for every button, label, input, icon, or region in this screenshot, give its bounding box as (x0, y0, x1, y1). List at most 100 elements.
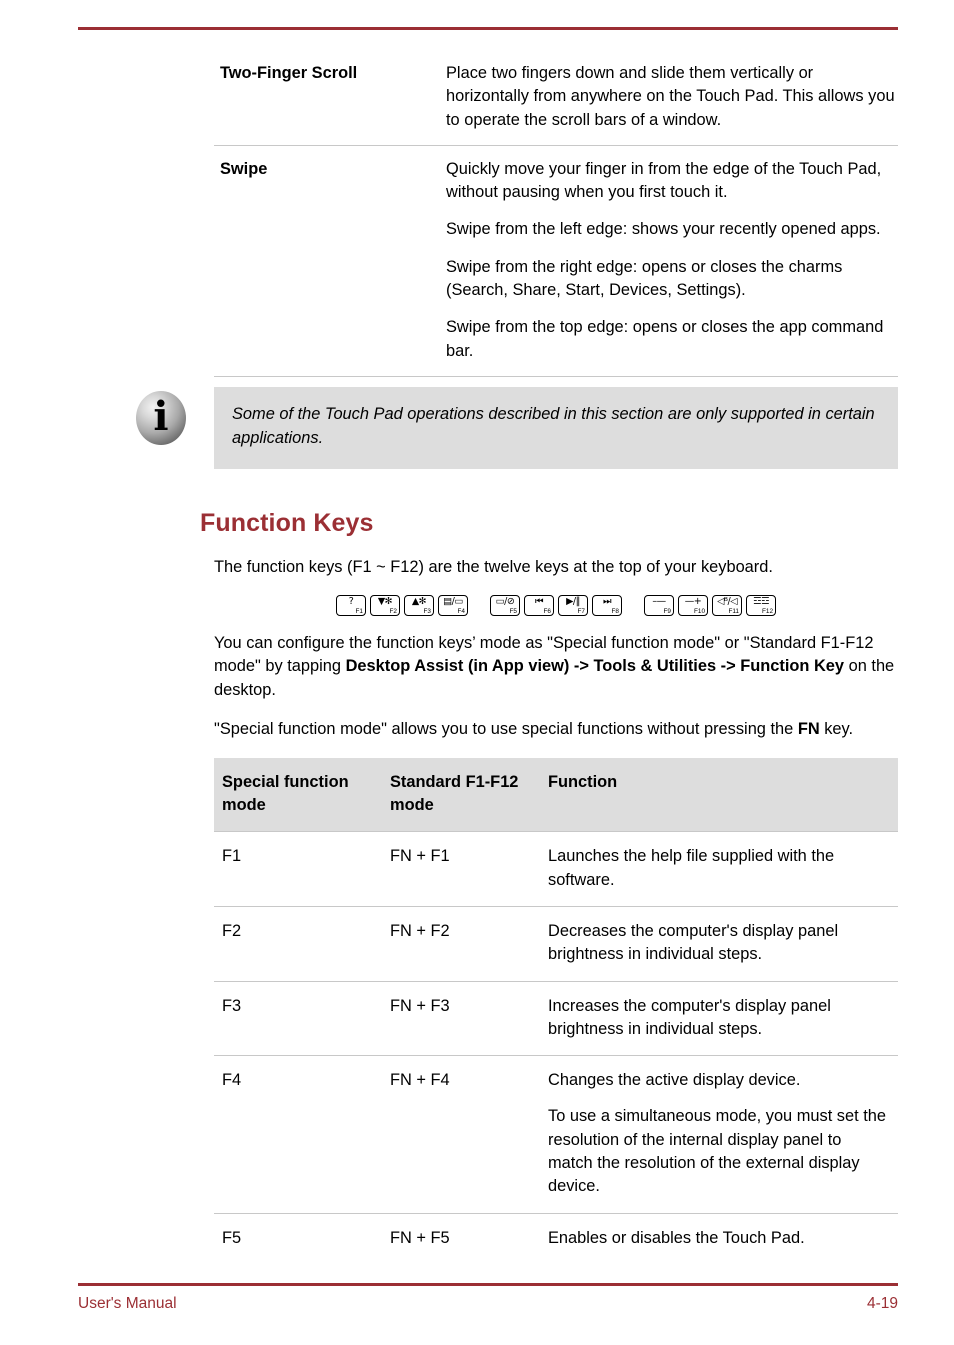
function-keys-table: Special function mode Standard F1-F12 mo… (214, 757, 898, 1264)
gesture-paragraph: Place two fingers down and slide them ve… (446, 64, 895, 129)
manual-page: Two-Finger Scroll Place two fingers down… (0, 0, 954, 1345)
table-row: F5 FN + F5 Enables or disables the Touch… (214, 1212, 898, 1264)
page-content: Two-Finger Scroll Place two fingers down… (136, 50, 898, 1264)
key-glyph: ⏭ (602, 595, 612, 607)
key-glyph: ▲✻ (411, 595, 427, 607)
table-row: F2 FN + F2 Decreases the computer's disp… (214, 905, 898, 982)
function-key-group-3: –— F9 —+ F10 ◁ᴮ/◁ F11 ☲☲ F12 (644, 594, 776, 616)
cell-standard-mode: FN + F5 (382, 1212, 540, 1264)
key-label: F9 (663, 607, 671, 615)
brightness-up-key-icon: ▲✻ F3 (404, 594, 434, 616)
function-key-strip: ? F1 ▼✻ F2 ▲✻ F3 ▤/▭ F4 ▭/⊘ F5 ⏮ F6 ▶/‖ … (214, 594, 898, 616)
next-track-key-icon: ⏭ F8 (592, 594, 622, 616)
note-section: i Some of the Touch Pad operations descr… (136, 375, 898, 469)
key-glyph: ☲☲ (752, 595, 770, 607)
cell-standard-mode: FN + F4 (382, 1055, 540, 1214)
info-icon-letter: i (153, 392, 169, 440)
cell-function: Changes the active display device. To us… (540, 1055, 898, 1214)
gesture-description: Quickly move your finger in from the edg… (442, 144, 898, 376)
gesture-paragraph: Quickly move your finger in from the edg… (446, 159, 882, 202)
key-label: F12 (761, 607, 773, 615)
function-paragraph: To use a simultaneous mode, you must set… (548, 1107, 887, 1196)
cell-special-mode: F2 (214, 905, 382, 982)
touchpad-gestures-table: Two-Finger Scroll Place two fingers down… (214, 50, 898, 376)
footer-rule (78, 1283, 898, 1286)
key-label: F11 (728, 607, 739, 615)
mute-key-icon: ◁ᴮ/◁ F11 (712, 594, 742, 616)
note-text: Some of the Touch Pad operations describ… (214, 386, 898, 469)
function-paragraph: Decreases the computer's display panel b… (548, 921, 839, 964)
cell-function: Increases the computer's display panel b… (540, 980, 898, 1056)
footer-manual-label: User's Manual (78, 1295, 177, 1312)
brightness-down-key-icon: ▼✻ F2 (370, 594, 400, 616)
key-label: F8 (611, 607, 619, 615)
column-header-function: Function (540, 757, 898, 832)
cell-function: Launches the help file supplied with the… (540, 831, 898, 907)
gesture-paragraph: Swipe from the right edge: opens or clos… (446, 257, 843, 300)
help-key-icon: ? F1 (336, 594, 366, 616)
page-footer: User's Manual 4-19 (78, 1292, 898, 1316)
table-row: F1 FN + F1 Launches the help file suppli… (214, 831, 898, 907)
function-paragraph: Enables or disables the Touch Pad. (548, 1228, 805, 1247)
gesture-paragraph: Swipe from the left edge: shows your rec… (446, 220, 881, 239)
function-paragraph: Launches the help file supplied with the… (548, 847, 835, 889)
page-title: Function Keys (200, 508, 374, 537)
key-glyph: ▶/‖ (566, 595, 580, 607)
key-label: F7 (577, 607, 585, 615)
key-glyph: –— (652, 595, 666, 607)
key-label: F1 (355, 607, 363, 615)
table-row: F3 FN + F3 Increases the computer's disp… (214, 980, 898, 1056)
special-mode-paragraph: "Special function mode" allows you to us… (214, 718, 898, 741)
special-text-lead: "Special function mode" allows you to us… (214, 720, 798, 739)
key-label: F4 (457, 607, 465, 615)
touchpad-toggle-key-icon: ▭/⊘ F5 (490, 594, 520, 616)
key-glyph: ◁ᴮ/◁ (717, 595, 737, 607)
column-header-special-mode: Special function mode (214, 757, 382, 832)
key-label: F10 (693, 607, 705, 615)
info-icon: i (132, 389, 190, 447)
table-row: Swipe Quickly move your finger in from t… (214, 144, 898, 376)
cell-function: Enables or disables the Touch Pad. (540, 1212, 898, 1264)
key-label: F3 (423, 607, 431, 615)
increase-key-icon: —+ F10 (678, 594, 708, 616)
display-switch-key-icon: ▤/▭ F4 (438, 594, 468, 616)
table-row: Two-Finger Scroll Place two fingers down… (214, 50, 898, 145)
cell-special-mode: F1 (214, 831, 382, 907)
key-label: F5 (509, 607, 517, 615)
footer-page-number: 4-19 (866, 1295, 898, 1312)
table-header-row: Special function mode Standard F1-F12 mo… (214, 757, 898, 832)
configure-paragraph: You can configure the function keys’ mod… (214, 632, 898, 702)
table-row: F4 FN + F4 Changes the active display de… (214, 1055, 898, 1214)
column-header-standard-mode: Standard F1-F12 mode (382, 757, 540, 832)
header-rule (78, 27, 898, 30)
gesture-description: Place two fingers down and slide them ve… (442, 50, 898, 145)
cell-standard-mode: FN + F1 (382, 831, 540, 907)
key-glyph: ⏮ (534, 595, 544, 607)
key-label: F6 (543, 607, 551, 615)
gesture-paragraph: Swipe from the top edge: opens or closes… (446, 318, 884, 360)
key-glyph: ▭/⊘ (495, 595, 515, 607)
cell-standard-mode: FN + F2 (382, 905, 540, 982)
function-key-group-2: ▭/⊘ F5 ⏮ F6 ▶/‖ F7 ⏭ F8 (490, 594, 622, 616)
key-glyph: —+ (684, 595, 702, 607)
cell-special-mode: F5 (214, 1212, 382, 1264)
wireless-key-icon: ☲☲ F12 (746, 594, 776, 616)
cell-function: Decreases the computer's display panel b… (540, 905, 898, 982)
key-glyph: ▼✻ (377, 595, 393, 607)
cell-standard-mode: FN + F3 (382, 980, 540, 1056)
function-paragraph: Increases the computer's display panel b… (548, 996, 831, 1038)
decrease-key-icon: –— F9 (644, 594, 674, 616)
key-glyph: ▤/▭ (443, 595, 463, 607)
cell-special-mode: F3 (214, 980, 382, 1056)
cell-special-mode: F4 (214, 1055, 382, 1214)
function-key-group-1: ? F1 ▼✻ F2 ▲✻ F3 ▤/▭ F4 (336, 594, 468, 616)
key-label: F2 (389, 607, 397, 615)
previous-track-key-icon: ⏮ F6 (524, 594, 554, 616)
intro-paragraph: The function keys (F1 ~ F12) are the twe… (214, 557, 773, 576)
key-glyph: ? (348, 595, 354, 607)
play-pause-key-icon: ▶/‖ F7 (558, 594, 588, 616)
special-text-tail: key. (819, 720, 854, 739)
gesture-term: Swipe (214, 144, 442, 376)
fn-key-bold: FN (797, 720, 820, 739)
function-paragraph: Changes the active display device. (548, 1071, 801, 1090)
